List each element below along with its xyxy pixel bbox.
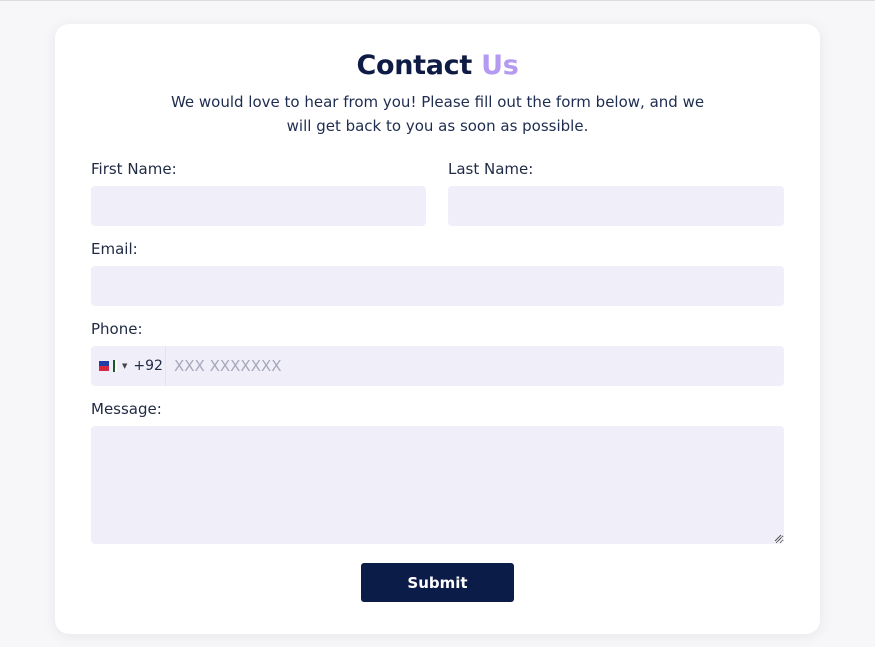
phone-input[interactable] (165, 346, 784, 386)
title-main: Contact (356, 50, 472, 81)
flag-icon (99, 361, 109, 371)
submit-button[interactable]: Submit (361, 563, 514, 602)
phone-field: ▼ +92 (91, 346, 784, 386)
top-divider (0, 0, 875, 1)
message-field (91, 426, 784, 544)
email-input[interactable] (91, 266, 784, 306)
page-subtitle: We would love to hear from you! Please f… (170, 93, 705, 135)
first-name-input[interactable] (91, 186, 426, 226)
email-label: Email: (91, 240, 138, 258)
message-label: Message: (91, 400, 162, 418)
message-textarea[interactable] (91, 426, 784, 544)
title-accent: Us (481, 50, 519, 81)
last-name-input[interactable] (448, 186, 784, 226)
page-title: Contact Us (55, 50, 820, 81)
country-code-selector[interactable]: ▼ +92 (91, 346, 165, 386)
first-name-label: First Name: (91, 160, 177, 178)
dial-code: +92 (133, 358, 163, 374)
last-name-label: Last Name: (448, 160, 534, 178)
resize-handle-icon[interactable] (774, 534, 782, 542)
chevron-down-icon: ▼ (122, 362, 128, 370)
contact-card: Contact Us We would love to hear from yo… (55, 24, 820, 634)
phone-label: Phone: (91, 320, 143, 338)
flag-icon-secondary (113, 360, 119, 372)
